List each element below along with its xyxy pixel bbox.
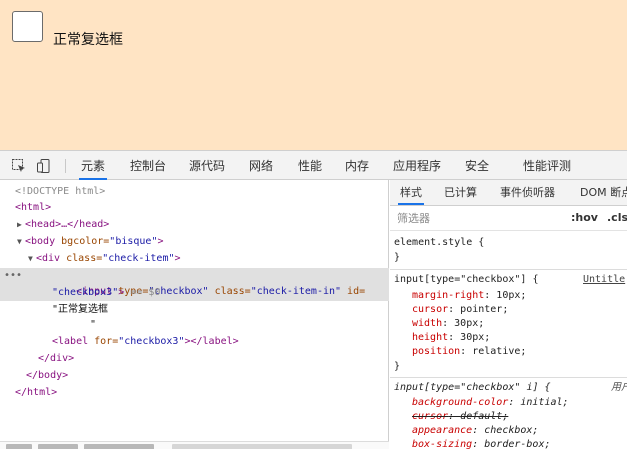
dom-node-html[interactable]: <html> (0, 200, 389, 216)
tab-computed[interactable]: 已计算 (444, 180, 477, 205)
hover-state-toggle[interactable]: :hov (571, 211, 598, 224)
styles-filter-input[interactable] (393, 210, 561, 227)
tab-memory[interactable]: 内存 (345, 151, 369, 180)
elements-panel: <!DOCTYPE html> <html> ▶ <head>…</head> ▼… (0, 180, 389, 449)
element-style-close: } (394, 252, 401, 263)
sidebar-tabs: 样式 已计算 事件侦听器 DOM 断点 (390, 180, 627, 206)
element-style-selector[interactable]: element.style { (394, 236, 484, 250)
rule-divider (390, 377, 627, 378)
rule2-selector[interactable]: input[type="checkbox" i] { (394, 381, 551, 395)
tab-performance-profiler[interactable]: 性能评测 (523, 151, 571, 180)
inspect-icon[interactable] (11, 158, 27, 174)
dom-node-body[interactable]: ▼ <body bgcolor="bisque"> (0, 234, 389, 250)
dom-node-text[interactable]: "正常复选框 (0, 302, 389, 318)
elements-breadcrumb (0, 441, 389, 449)
devtools-toolbar: 元素 控制台 源代码 网络 性能 内存 应用程序 安全 性能评测 (0, 150, 627, 180)
dom-node-html-close[interactable]: </html> (0, 385, 389, 401)
tab-network[interactable]: 网络 (249, 151, 273, 180)
css-property-overridden[interactable]: cursor: default; (412, 410, 508, 424)
tab-security[interactable]: 安全 (465, 151, 489, 180)
dom-node-input-wrap: "checkbox3"> == $0 (52, 287, 161, 298)
toolbar-separator (65, 159, 66, 173)
breadcrumb-item[interactable] (6, 444, 32, 449)
class-toggle[interactable]: .cls (607, 211, 627, 224)
rule1-close: } (394, 361, 401, 372)
css-property[interactable]: height: 30px; (412, 331, 490, 345)
css-property[interactable]: width: 30px; (412, 317, 484, 331)
css-property[interactable]: position: relative; (412, 345, 526, 359)
css-property[interactable]: background-color: initial; (412, 396, 569, 410)
tab-elements[interactable]: 元素 (78, 151, 108, 180)
styles-sidebar: 样式 已计算 事件侦听器 DOM 断点 :hov .cls element.st… (390, 180, 627, 449)
dom-node-body-close[interactable]: </body> (0, 368, 389, 384)
breadcrumb-item[interactable] (38, 444, 78, 449)
rule1-source-link[interactable]: Untitle (583, 273, 625, 287)
tab-event-listeners[interactable]: 事件侦听器 (500, 180, 555, 205)
preview-checkbox-label: 正常复选框 (53, 32, 123, 48)
preview-checkbox[interactable] (12, 11, 43, 42)
collapse-triangle-icon[interactable]: ▼ (17, 234, 25, 250)
dom-node-head[interactable]: ▶ <head>…</head> (0, 217, 389, 233)
dom-node-div-close[interactable]: </div> (0, 351, 389, 367)
css-property[interactable]: cursor: pointer; (412, 303, 508, 317)
tab-dom-breakpoints[interactable]: DOM 断点 (580, 180, 627, 205)
breadcrumb-item[interactable] (84, 444, 154, 449)
css-property[interactable]: box-sizing: border-box; (412, 438, 551, 449)
dom-node-div[interactable]: ▼ <div class="check-item"> (0, 251, 389, 267)
dom-node-label[interactable]: <label for="checkbox3"></label> (0, 334, 389, 350)
dom-node-doctype[interactable]: <!DOCTYPE html> (0, 184, 389, 200)
rule1-selector[interactable]: input[type="checkbox"] { (394, 273, 539, 287)
expand-triangle-icon[interactable]: ▶ (17, 217, 25, 233)
tab-application[interactable]: 应用程序 (393, 151, 441, 180)
css-property[interactable]: appearance: checkbox; (412, 424, 538, 438)
filter-row: :hov .cls (390, 207, 627, 231)
breadcrumb-item-selected[interactable] (172, 444, 352, 449)
dom-node-text-end: " (90, 319, 97, 330)
page-preview: 正常复选框 (0, 0, 627, 150)
tab-sources[interactable]: 源代码 (189, 151, 225, 180)
tab-styles[interactable]: 样式 (398, 180, 424, 205)
more-options-icon[interactable]: ••• (4, 268, 22, 284)
tab-console[interactable]: 控制台 (130, 151, 166, 180)
rule-divider (390, 269, 627, 270)
tab-performance[interactable]: 性能 (298, 151, 322, 180)
rule2-source-label: 用户 (611, 382, 627, 393)
css-property[interactable]: margin-right: 10px; (412, 289, 526, 303)
device-toolbar-icon[interactable] (36, 158, 52, 174)
collapse-triangle-icon[interactable]: ▼ (28, 251, 36, 267)
